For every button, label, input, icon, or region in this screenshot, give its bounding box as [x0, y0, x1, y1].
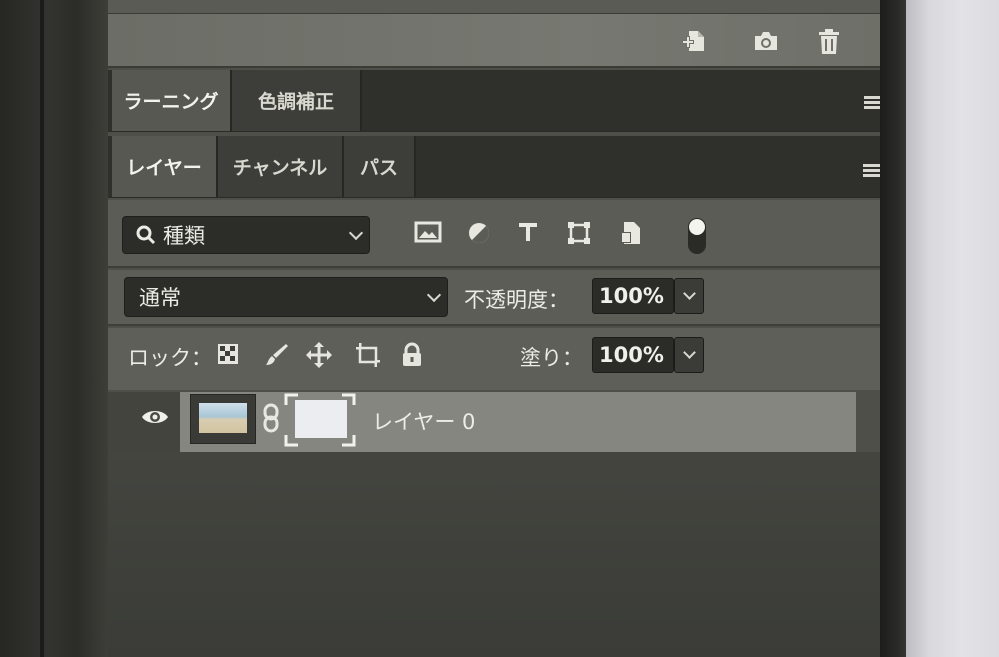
lock-label: ロック：: [128, 346, 212, 370]
thumbnail-image: [199, 403, 247, 433]
layer-thumbnail[interactable]: [190, 394, 256, 444]
opacity-label: 不透明度：: [464, 288, 569, 312]
layers-tab-bar: レイヤー チャンネル パス: [108, 136, 887, 198]
adjustment-filter-icon[interactable]: [466, 220, 494, 248]
top-tab-bar: ラーニング 色調補正: [108, 70, 888, 132]
layers-panel-container: ラーニング 色調補正 レイヤー チャンネル パス 種類 通常 不透明度： 100…: [108, 0, 888, 657]
left-background: [0, 0, 108, 657]
layer-row[interactable]: [180, 392, 856, 452]
fill-label: 塗り：: [520, 346, 583, 370]
image-filter-icon[interactable]: [414, 220, 442, 248]
tab-layers[interactable]: レイヤー: [112, 136, 218, 197]
eye-icon[interactable]: [140, 406, 170, 428]
lock-transparent-pixels-icon[interactable]: [216, 342, 242, 368]
trash-icon[interactable]: [816, 28, 842, 54]
lock-position-icon[interactable]: [306, 342, 332, 368]
left-divider: [40, 0, 44, 657]
camera-icon[interactable]: [752, 28, 778, 54]
fill-input[interactable]: 100%: [592, 337, 674, 373]
tab-channels-label: チャンネル: [232, 157, 328, 179]
blend-mode-select[interactable]: 通常: [124, 277, 448, 317]
new-layer-icon[interactable]: [680, 28, 706, 54]
tab-learning[interactable]: ラーニング: [112, 70, 232, 131]
lock-all-icon[interactable]: [400, 342, 426, 368]
layers-list-empty-area: [108, 452, 886, 657]
link-icon[interactable]: [261, 402, 281, 434]
tab-adjustments-label: 色調補正: [257, 91, 334, 113]
tab-learning-label: ラーニング: [123, 91, 219, 113]
smart-object-filter-icon[interactable]: [618, 220, 646, 248]
tab-channels[interactable]: チャンネル: [218, 136, 344, 197]
filter-kind-select[interactable]: 種類: [122, 216, 370, 254]
fill-value: 100%: [599, 343, 664, 367]
search-icon: [135, 224, 157, 251]
filter-kind-value: 種類: [163, 224, 205, 248]
type-filter-icon[interactable]: [516, 220, 544, 248]
chevron-down-icon: [683, 287, 696, 300]
opacity-dropdown[interactable]: [674, 278, 704, 314]
opacity-input[interactable]: 100%: [592, 278, 674, 314]
filter-toggle-icon[interactable]: [686, 216, 708, 256]
chevron-down-icon: [426, 287, 442, 303]
tab-paths[interactable]: パス: [344, 136, 416, 197]
panel-action-bar: [108, 14, 886, 68]
blend-mode-value: 通常: [139, 286, 181, 310]
opacity-value: 100%: [599, 284, 664, 308]
chevron-down-icon: [683, 346, 696, 359]
chevron-down-icon: [348, 225, 364, 241]
lock-image-pixels-icon[interactable]: [264, 342, 290, 368]
fill-dropdown[interactable]: [674, 337, 704, 373]
lock-artboard-icon[interactable]: [354, 342, 380, 368]
tab-adjustments[interactable]: 色調補正: [232, 70, 362, 131]
panel-top-edge: [108, 0, 886, 14]
tab-layers-label: レイヤー: [126, 157, 202, 179]
background-wall: [906, 0, 999, 657]
tab-paths-label: パス: [359, 157, 398, 179]
shape-filter-icon[interactable]: [566, 220, 594, 248]
layer-name[interactable]: レイヤー 0: [372, 406, 475, 436]
layer-mask-thumbnail[interactable]: [295, 400, 347, 438]
